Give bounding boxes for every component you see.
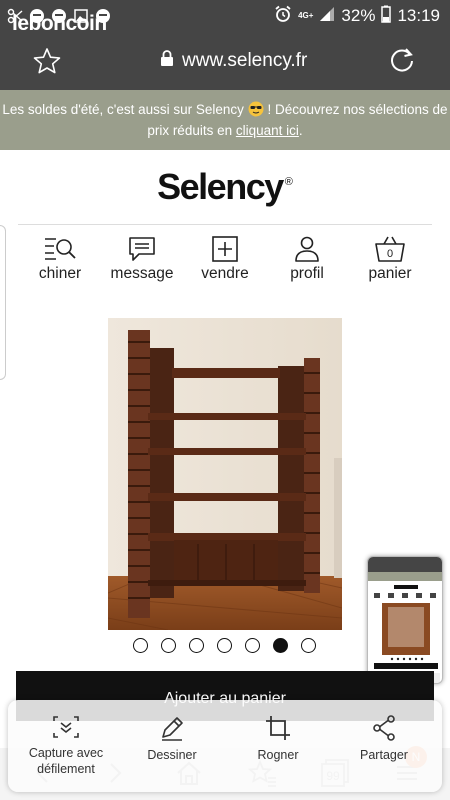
basket-icon: 0 <box>375 236 405 262</box>
share-button[interactable]: Partager <box>331 715 437 763</box>
promo-text: Les soldes d'été, c'est aussi sur Selenc… <box>2 102 244 117</box>
gallery-dot[interactable] <box>245 638 260 653</box>
battery-icon <box>381 5 392 28</box>
signal-icon <box>319 6 335 27</box>
nav-label: chiner <box>38 265 82 282</box>
nav-chiner[interactable]: chiner <box>15 236 105 286</box>
crop-icon <box>266 716 290 740</box>
browser-url-bar: www.selency.fr <box>0 32 450 90</box>
nav-vendre[interactable]: vendre <box>180 236 270 286</box>
sunglasses-emoji-icon <box>248 101 264 122</box>
clock: 13:19 <box>397 6 440 25</box>
draw-button[interactable]: Dessiner <box>119 715 225 763</box>
scroll-capture-icon <box>53 716 79 738</box>
basket-count: 0 <box>387 248 393 260</box>
network-type: 4G+ <box>298 11 314 20</box>
screenshot-thumbnail[interactable] <box>367 556 443 684</box>
registered-mark: ® <box>284 176 293 188</box>
capture-label: Capture avec défilement <box>28 746 104 776</box>
system-status: 4G+ 32% 13:19 <box>274 5 440 28</box>
reload-icon[interactable] <box>388 46 416 74</box>
nav-label: message <box>110 265 174 282</box>
promo-link[interactable]: cliquant ici <box>236 123 299 138</box>
nav-label: profil <box>290 265 324 282</box>
battery-level: 32% <box>341 6 376 25</box>
capture-label: Partager <box>360 748 408 762</box>
nav-profil[interactable]: profil <box>262 236 352 286</box>
gallery-dot[interactable] <box>133 638 148 653</box>
promo-period: . <box>298 123 303 138</box>
site-logo[interactable]: Selency ® <box>0 166 450 208</box>
product-photo[interactable] <box>108 318 342 630</box>
capture-label: Rogner <box>257 748 299 762</box>
add-square-icon <box>212 236 238 262</box>
gallery-dots <box>133 638 316 653</box>
crop-button[interactable]: Rogner <box>225 715 331 763</box>
user-icon <box>295 236 319 262</box>
pencil-icon <box>162 717 183 741</box>
nav-label: panier <box>368 265 412 282</box>
gallery-dot[interactable] <box>217 638 232 653</box>
gallery-dot[interactable] <box>161 638 176 653</box>
header-divider <box>18 224 432 225</box>
screenshot-toolbar: Capture avec défilement Dessiner Rogner … <box>8 700 442 792</box>
gallery-dot[interactable] <box>189 638 204 653</box>
logo-text: Selency <box>157 166 284 207</box>
gallery-dot[interactable] <box>273 638 288 653</box>
promo-banner: Les soldes d'été, c'est aussi sur Selenc… <box>0 90 450 150</box>
gallery-dot[interactable] <box>301 638 316 653</box>
nav-panier[interactable]: 0 panier <box>345 236 435 286</box>
nav-label: vendre <box>201 265 249 282</box>
nav-message[interactable]: message <box>97 236 187 286</box>
url-field[interactable]: www.selency.fr <box>160 50 307 72</box>
main-nav: chiner message vendre profil 0 panier <box>0 236 450 286</box>
bookmark-star-icon[interactable] <box>33 47 61 75</box>
share-icon <box>373 715 395 741</box>
search-list-icon <box>45 238 76 260</box>
message-bubble-icon <box>129 237 155 261</box>
lock-icon <box>160 50 174 72</box>
url-text: www.selency.fr <box>182 50 308 71</box>
status-bar: leboncoin 4G+ 32% 13:19 <box>0 0 450 35</box>
alarm-icon <box>274 5 292 28</box>
capture-label: Dessiner <box>147 748 197 762</box>
scroll-capture-button[interactable]: Capture avec défilement <box>13 715 119 777</box>
